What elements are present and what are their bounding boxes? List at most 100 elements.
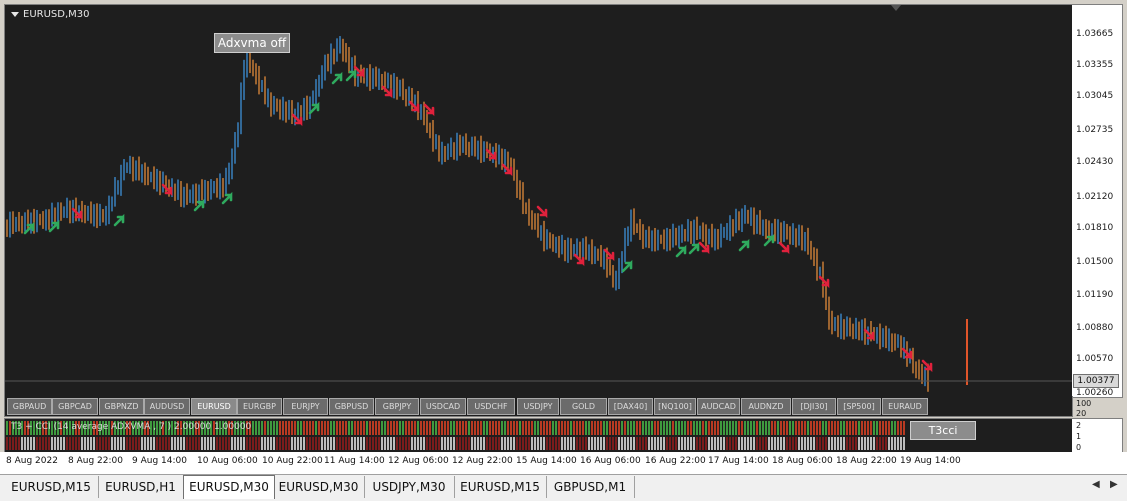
ind-bar-lower — [708, 437, 710, 450]
symbol-button-gbpaud[interactable]: GBPAUD — [7, 398, 52, 415]
ind-bar-lower — [336, 437, 338, 450]
ind-bar-upper — [513, 421, 515, 435]
symbol-button-gold[interactable]: GOLD — [560, 398, 607, 415]
symbol-button-usdcad[interactable]: USDCAD — [420, 398, 466, 415]
symbol-button-gbpjpy[interactable]: GBPJPY — [375, 398, 419, 415]
ind-bar-lower — [99, 437, 101, 450]
ind-bar-lower — [339, 437, 341, 450]
ind-bar-upper — [288, 421, 290, 435]
chart-tab[interactable]: USDJPY,M30 — [364, 476, 455, 498]
ind-bar-lower — [870, 437, 872, 450]
ind-bar-upper — [360, 421, 362, 435]
ind-bar-upper — [393, 421, 395, 435]
ind-bar-lower — [342, 437, 344, 450]
symbol-button-audcad[interactable]: AUDCAD — [697, 398, 740, 415]
ind-bar-upper — [294, 421, 296, 435]
ind-bar-lower — [45, 437, 47, 450]
chart-tab[interactable]: EURUSD,M15 — [454, 476, 547, 498]
ind-bar-lower — [723, 437, 725, 450]
ind-bar-upper — [495, 421, 497, 435]
price-label: 1.03045 — [1076, 91, 1114, 101]
chart-tab[interactable]: EURUSD,M30 — [273, 476, 365, 498]
ind-bar-lower — [762, 437, 764, 450]
ind-bar-lower — [759, 437, 761, 450]
t3cci-button[interactable]: T3cci — [910, 421, 976, 440]
ind-bar-lower — [84, 437, 86, 450]
ind-bar-lower — [483, 437, 485, 450]
ind-bar-upper — [816, 421, 818, 435]
chart-tab[interactable]: EURUSD,M15 — [4, 476, 99, 498]
ind-bar-lower — [102, 437, 104, 450]
symbol-button-gbpusd[interactable]: GBPUSD — [329, 398, 374, 415]
ind-bar-upper — [861, 421, 863, 435]
symbol-button-dji30[interactable]: [DJI30] — [792, 398, 836, 415]
ind-bar-lower — [849, 437, 851, 450]
ind-bar-lower — [555, 437, 557, 450]
symbol-button-eurusd[interactable]: EURUSD — [191, 398, 237, 415]
symbol-button-nq100[interactable]: [NQ100] — [654, 398, 696, 415]
ind-bar-upper — [567, 421, 569, 435]
price-label: 1.03665 — [1076, 29, 1114, 39]
ind-bar-upper — [306, 421, 308, 435]
symbol-button-usdjpy[interactable]: USDJPY — [517, 398, 559, 415]
ind-bar-lower — [471, 437, 473, 450]
chart-tab[interactable]: EURUSD,H1 — [98, 476, 184, 498]
time-label: 8 Aug 22:00 — [68, 456, 123, 466]
ind-bar-upper — [465, 421, 467, 435]
ind-bar-upper — [468, 421, 470, 435]
ind-bar-lower — [561, 437, 563, 450]
ind-bar-lower — [810, 437, 812, 450]
price-chart[interactable]: EURUSD,M30 Adxvma off — [4, 4, 1073, 398]
time-label: 9 Aug 14:00 — [132, 456, 187, 466]
ind-bar-lower — [675, 437, 677, 450]
ind-bar-lower — [780, 437, 782, 450]
ind-bar-upper — [591, 421, 593, 435]
symbol-button-audnzd[interactable]: AUDNZD — [741, 398, 791, 415]
ind-bar-lower — [696, 437, 698, 450]
symbol-button-eurjpy[interactable]: EURJPY — [283, 398, 328, 415]
adxvma-toggle-button[interactable]: Adxvma off — [214, 33, 290, 53]
ind-bar-lower — [201, 437, 203, 450]
ind-bar-upper — [372, 421, 374, 435]
ind-bar-upper — [879, 421, 881, 435]
indicator-axis-label: 20 — [1076, 409, 1087, 418]
tab-scroll-left-icon[interactable]: ◀ — [1092, 479, 1100, 490]
tab-scroll-right-icon[interactable]: ▶ — [1110, 479, 1118, 490]
ind-bar-upper — [300, 421, 302, 435]
buy-arrow-icon — [688, 241, 700, 255]
symbol-button-euraud[interactable]: EURAUD — [882, 398, 928, 415]
ind-bar-lower — [51, 437, 53, 450]
ind-bar-lower — [630, 437, 632, 450]
symbol-button-gbpnzd[interactable]: GBPNZD — [99, 398, 144, 415]
ind-bar-lower — [285, 437, 287, 450]
ind-bar-lower — [87, 437, 89, 450]
ind-bar-lower — [75, 437, 77, 450]
ind-bar-upper — [693, 421, 695, 435]
ind-bar-lower — [138, 437, 140, 450]
ind-bar-upper — [657, 421, 659, 435]
ind-bar-lower — [69, 437, 71, 450]
ind-bar-lower — [426, 437, 428, 450]
ind-bar-lower — [390, 437, 392, 450]
ind-bar-lower — [597, 437, 599, 450]
symbol-button-eurgbp[interactable]: EURGBP — [237, 398, 282, 415]
ind-bar-lower — [228, 437, 230, 450]
ind-bar-lower — [405, 437, 407, 450]
ind-bar-lower — [48, 437, 50, 450]
symbol-button-sp500[interactable]: [SP500] — [837, 398, 881, 415]
ind-bar-lower — [474, 437, 476, 450]
ind-bar-lower — [30, 437, 32, 450]
ind-bar-upper — [594, 421, 596, 435]
ind-bar-lower — [828, 437, 830, 450]
symbol-button-gbpcad[interactable]: GBPCAD — [52, 398, 98, 415]
symbol-button-dax40[interactable]: [DAX40] — [608, 398, 653, 415]
symbol-button-audusd[interactable]: AUDUSD — [144, 398, 190, 415]
ind-bar-upper — [678, 421, 680, 435]
chart-tab[interactable]: EURUSD,M30 — [183, 475, 275, 499]
shift-marker-icon[interactable] — [891, 5, 901, 11]
ind-bar-upper — [582, 421, 584, 435]
chart-tab[interactable]: GBPUSD,M1 — [546, 476, 635, 498]
symbol-button-usdchf[interactable]: USDCHF — [467, 398, 515, 415]
ind-bar-lower — [438, 437, 440, 450]
indicator-panel[interactable]: T3 + CCI (14 average ADXVMA , 7 ) 2.0000… — [4, 418, 1073, 454]
